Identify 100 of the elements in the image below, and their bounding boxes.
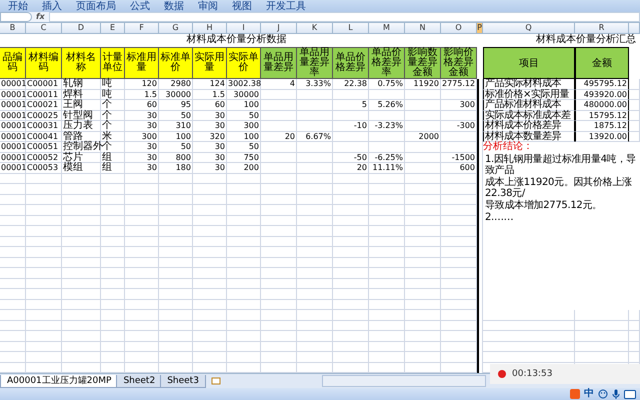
table-cell: C00001	[26, 79, 62, 90]
column-heading: 材料编码	[26, 47, 62, 79]
table-cell: 95	[159, 100, 193, 110]
table-cell: 00001	[0, 79, 26, 90]
table-cell: 20	[333, 163, 369, 174]
table-cell: 800	[159, 152, 193, 163]
ribbon-tab[interactable]: 开始	[8, 2, 28, 12]
table-cell: 30	[125, 110, 159, 121]
column-heading: 金额	[575, 47, 629, 79]
table-cell: 50	[227, 110, 261, 121]
ribbon-tab[interactable]: 公式	[130, 2, 150, 12]
table-cell: 3.33%	[297, 79, 333, 90]
table-cell: 480000.00	[575, 100, 629, 110]
sheet-tab[interactable]: Sheet2	[116, 374, 162, 388]
column-header[interactable]: O	[441, 23, 477, 34]
column-header[interactable]: M	[369, 23, 405, 34]
table-cell: 50	[227, 142, 261, 152]
ribbon-tab[interactable]: 数据	[164, 2, 184, 12]
table-cell: 00001	[0, 142, 26, 152]
column-heading: 单品用量差异率	[297, 47, 333, 79]
column-heading: 单品价格差异率	[369, 47, 405, 79]
table-cell: 5	[333, 100, 369, 110]
table-cell: -50	[333, 152, 369, 163]
table-cell: 个	[101, 110, 125, 121]
table-cell: 15795.12	[575, 110, 629, 121]
table-cell: 30	[193, 110, 227, 121]
conclusion-text: 1.因轧钢用量超过标准用量4吨，导致产品	[485, 154, 637, 176]
column-header[interactable]: P	[477, 23, 483, 34]
table-cell: 材料成本价格差异	[483, 121, 575, 132]
table-cell: -10	[333, 121, 369, 132]
table-cell: 1875.12	[575, 121, 629, 132]
table-cell: 11920	[405, 79, 441, 90]
table-cell: 个	[101, 100, 125, 110]
table-cell: -6.25%	[369, 152, 405, 163]
table-cell: 组	[101, 163, 125, 174]
table-cell: 00001	[0, 132, 26, 142]
table-cell: C00011	[26, 90, 62, 100]
table-cell: 300	[125, 132, 159, 142]
table-cell: 00001	[0, 121, 26, 132]
column-heading: 实际用量	[193, 47, 227, 79]
column-header[interactable]: D	[62, 23, 101, 34]
column-header[interactable]: H	[193, 23, 227, 34]
table-cell: C00025	[26, 110, 62, 121]
table-cell: C00051	[26, 142, 62, 152]
ribbon-tab[interactable]: 插入	[42, 2, 62, 12]
column-header[interactable]: G	[159, 23, 193, 34]
column-heading: 标准单价	[159, 47, 193, 79]
table-cell: 模组	[62, 163, 101, 174]
column-heading: 材料名称	[62, 47, 101, 79]
column-header[interactable]: B	[0, 23, 26, 34]
sheet-tab[interactable]: A00001工业压力罐20MP	[0, 374, 118, 388]
table-cell: 2980	[159, 79, 193, 90]
table-cell: 材料成本数量差异	[483, 132, 575, 142]
function-button[interactable]: fx	[36, 13, 45, 21]
table-cell: 30000	[159, 90, 193, 100]
column-header[interactable]: J	[261, 23, 297, 34]
column-header[interactable]: R	[575, 23, 629, 34]
column-header[interactable]: I	[227, 23, 261, 34]
table-cell: 00001	[0, 152, 26, 163]
column-heading: 影响数量差异金额	[405, 47, 441, 79]
table-cell: 管路	[62, 132, 101, 142]
ime-mode-toggle[interactable]: 中	[584, 389, 594, 399]
ribbon-tab[interactable]: 页面布局	[76, 2, 116, 12]
column-heading: 实际单价	[227, 47, 261, 79]
table-cell: 0.75%	[369, 79, 405, 90]
table-cell: 30	[125, 142, 159, 152]
column-header[interactable]: C	[26, 23, 62, 34]
column-heading: 标准用量	[125, 47, 159, 79]
column-header[interactable]: F	[125, 23, 159, 34]
table-cell: 米	[101, 132, 125, 142]
table-cell: 00001	[0, 100, 26, 110]
table-cell: 吨	[101, 90, 125, 100]
ribbon-tab[interactable]: 审阅	[198, 2, 218, 12]
column-heading: 影响价格差异金额	[441, 47, 477, 79]
table-cell: 120	[125, 79, 159, 90]
table-cell: 200	[227, 163, 261, 174]
table-cell: 产品标准材料成本	[483, 100, 575, 110]
ribbon-tab[interactable]: 视图	[232, 2, 252, 12]
column-heading: 计量单位	[101, 47, 125, 79]
table-cell: 30	[193, 121, 227, 132]
table-cell: 300	[227, 121, 261, 132]
column-header[interactable]: L	[333, 23, 369, 34]
conclusion-text: 导致成本增加2775.12元。	[485, 200, 603, 210]
column-header[interactable]: N	[405, 23, 441, 34]
table-cell: 30	[193, 152, 227, 163]
table-cell: 6.67%	[297, 132, 333, 142]
column-heading: 单品价格差异	[333, 47, 369, 79]
table-cell: 124	[193, 79, 227, 90]
table-cell: 22.38	[333, 79, 369, 90]
column-header[interactable]: Q	[483, 23, 575, 34]
table-cell: 王阀	[62, 100, 101, 110]
table-cell: 30	[193, 163, 227, 174]
table-cell: 压力表	[62, 121, 101, 132]
sheet-tab[interactable]: Sheet3	[160, 374, 206, 388]
table-cell: 个	[101, 142, 125, 152]
column-header[interactable]: E	[101, 23, 125, 34]
column-header[interactable]: K	[297, 23, 333, 34]
ribbon-tab[interactable]: 开发工具	[266, 2, 306, 12]
table-cell: 00001	[0, 110, 26, 121]
table-cell: 5.26%	[369, 100, 405, 110]
